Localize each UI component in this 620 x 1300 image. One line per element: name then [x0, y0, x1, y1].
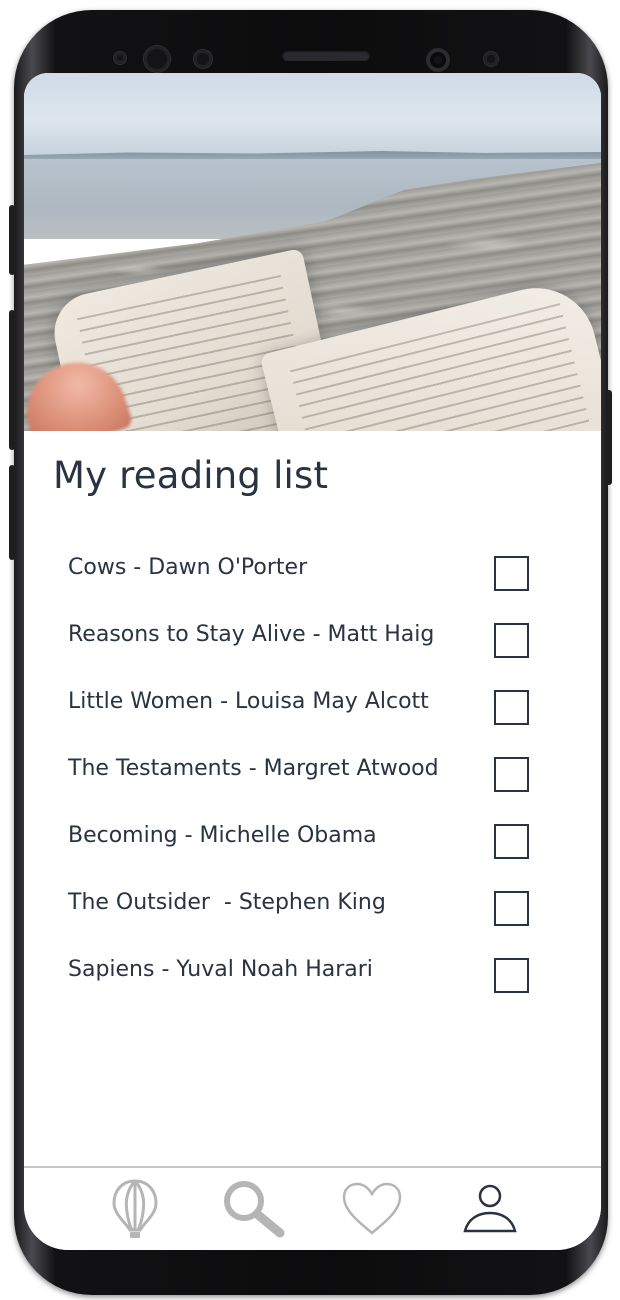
read-checkbox[interactable]: [494, 623, 529, 658]
bottom-tab-bar: [24, 1166, 601, 1250]
reading-list: Cows - Dawn O'Porter Reasons to Stay Ali…: [24, 543, 601, 1012]
iris-sensor: [144, 46, 170, 72]
proximity-sensor: [114, 52, 126, 64]
book-title: The Outsider - Stephen King: [68, 890, 386, 915]
front-camera: [426, 48, 450, 72]
list-item: Becoming - Michelle Obama: [24, 811, 601, 878]
list-item: Little Women - Louisa May Alcott: [24, 677, 601, 744]
read-checkbox[interactable]: [494, 556, 529, 591]
volume-button: [9, 310, 15, 450]
tab-favourites[interactable]: [337, 1176, 407, 1242]
list-item: The Outsider - Stephen King: [24, 878, 601, 945]
list-item: The Testaments - Margret Atwood: [24, 744, 601, 811]
tab-search[interactable]: [218, 1176, 288, 1242]
read-checkbox[interactable]: [494, 958, 529, 993]
read-checkbox[interactable]: [494, 824, 529, 859]
app-screen: My reading list Cows - Dawn O'Porter Rea…: [24, 73, 601, 1250]
power-button: [606, 390, 612, 485]
light-sensor: [194, 50, 212, 68]
read-checkbox[interactable]: [494, 757, 529, 792]
book-title: Becoming - Michelle Obama: [68, 823, 377, 848]
book-title: Reasons to Stay Alive - Matt Haig: [68, 622, 435, 647]
search-icon: [224, 1181, 285, 1238]
list-item: Reasons to Stay Alive - Matt Haig: [24, 610, 601, 677]
tab-explore[interactable]: [100, 1176, 170, 1242]
list-item: Sapiens - Yuval Noah Harari: [24, 945, 601, 1012]
book-title: Little Women - Louisa May Alcott: [68, 689, 429, 714]
hot-air-balloon-icon: [112, 1179, 158, 1238]
page-title: My reading list: [53, 454, 329, 497]
read-checkbox[interactable]: [494, 891, 529, 926]
tab-profile[interactable]: [455, 1176, 525, 1242]
side-button: [9, 465, 15, 560]
book-title: Cows - Dawn O'Porter: [68, 555, 308, 580]
read-checkbox[interactable]: [494, 690, 529, 725]
hero-image: [24, 73, 601, 431]
book-title: Sapiens - Yuval Noah Harari: [68, 957, 373, 982]
heart-icon: [342, 1182, 402, 1235]
profile-icon: [463, 1184, 517, 1233]
hero-sky: [24, 73, 601, 159]
earpiece-speaker: [282, 50, 370, 61]
iris-camera: [484, 52, 498, 66]
list-item: Cows - Dawn O'Porter: [24, 543, 601, 610]
book-title: The Testaments - Margret Atwood: [68, 756, 439, 781]
bixby-button: [9, 205, 15, 275]
